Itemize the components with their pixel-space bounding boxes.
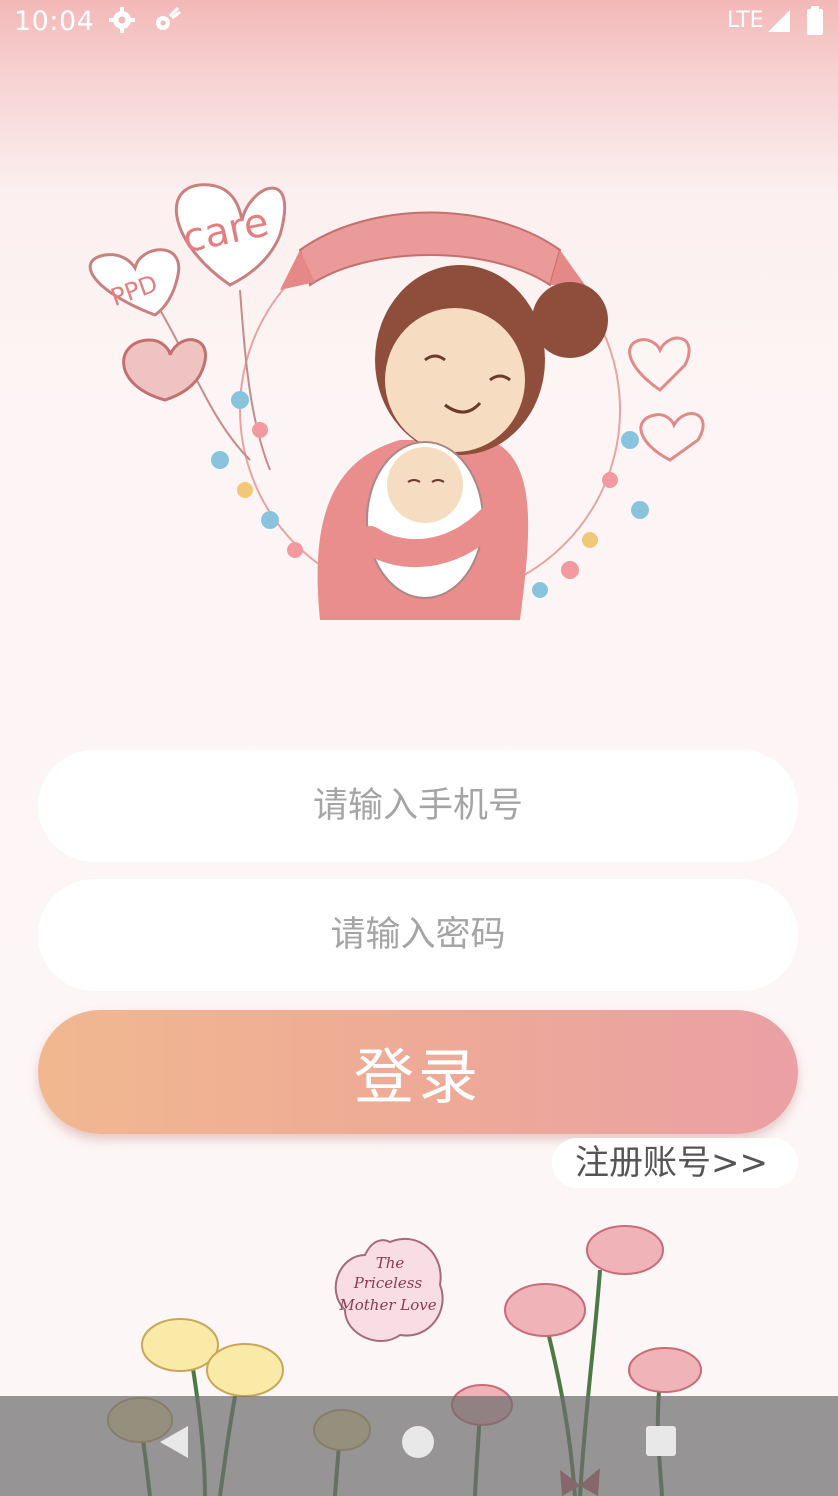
home-icon[interactable] <box>402 1426 434 1458</box>
card-line-3: Mother Love <box>338 1296 436 1314</box>
status-time: 10:04 <box>14 6 95 37</box>
care-balloon: care <box>174 183 287 287</box>
card-line-2: Priceless <box>353 1274 423 1292</box>
mother-baby-illustration: care PPD <box>88 183 705 620</box>
card-line-1: The <box>376 1254 405 1272</box>
back-icon[interactable] <box>158 1424 190 1464</box>
register-link[interactable]: 注册账号>> <box>552 1138 798 1188</box>
settings-icon <box>108 6 136 41</box>
password-input[interactable] <box>38 879 798 991</box>
phone-input[interactable] <box>38 750 798 862</box>
battery-icon <box>806 6 824 43</box>
navigation-bar <box>0 1396 838 1496</box>
notification-icon <box>152 6 182 41</box>
mother-love-card: The Priceless Mother Love <box>334 1237 444 1342</box>
signal-icon <box>766 6 792 41</box>
ppd-balloon: PPD <box>88 248 181 317</box>
network-type: LTE <box>727 8 764 33</box>
recents-icon[interactable] <box>646 1426 676 1456</box>
login-button[interactable]: 登录 <box>38 1010 798 1134</box>
status-bar: 10:04 LTE <box>0 0 838 44</box>
